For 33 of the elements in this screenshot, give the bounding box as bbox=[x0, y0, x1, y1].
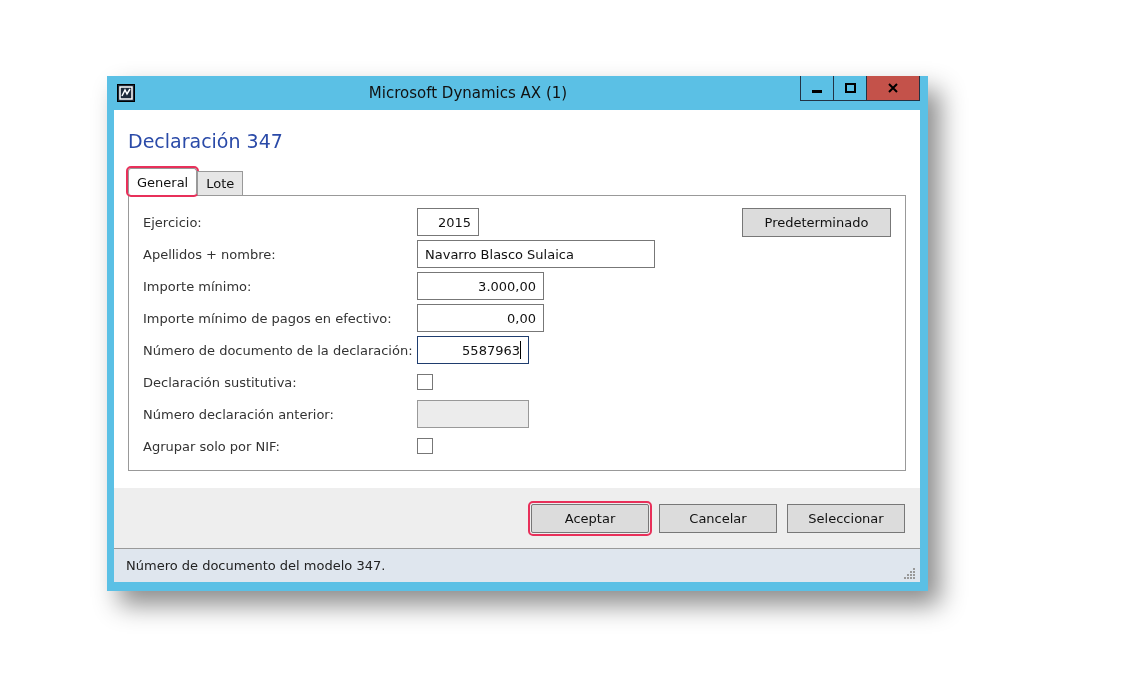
resize-grip-icon bbox=[904, 567, 916, 579]
dialog-button[interactable]: Cancelar bbox=[659, 503, 777, 533]
input-field[interactable] bbox=[417, 400, 529, 428]
minimize-icon bbox=[812, 89, 822, 93]
close-icon bbox=[888, 83, 898, 93]
field-label: Ejercicio: bbox=[143, 214, 203, 230]
maximize-button[interactable] bbox=[833, 76, 867, 101]
field-label: Declaración sustitutiva: bbox=[143, 374, 298, 390]
close-button[interactable] bbox=[866, 76, 920, 101]
field-label: Agrupar solo por NIF: bbox=[143, 438, 281, 454]
dialog-button[interactable]: Aceptar bbox=[531, 503, 649, 533]
form-heading: Declaración 347 bbox=[127, 129, 284, 154]
tab[interactable]: General bbox=[128, 168, 198, 195]
checkbox[interactable] bbox=[417, 438, 433, 454]
default-button[interactable]: Predeterminado bbox=[742, 208, 891, 237]
dialog-button[interactable]: Seleccionar bbox=[787, 503, 905, 533]
field-label: Número declaración anterior: bbox=[143, 406, 335, 422]
checkbox[interactable] bbox=[417, 374, 433, 390]
input-field[interactable]: 2015 bbox=[417, 208, 479, 236]
app-icon bbox=[117, 84, 135, 102]
minimize-button[interactable] bbox=[800, 76, 834, 101]
status-text: Número de documento del modelo 347. bbox=[126, 558, 386, 573]
window-title: Microsoft Dynamics AX (1) bbox=[367, 84, 569, 102]
input-field[interactable]: 5587963 bbox=[417, 336, 529, 364]
maximize-icon bbox=[844, 83, 856, 93]
input-field[interactable]: Navarro Blasco Sulaica bbox=[417, 240, 655, 268]
field-label: Importe mínimo de pagos en efectivo: bbox=[143, 310, 393, 326]
field-label: Importe mínimo: bbox=[143, 278, 253, 294]
input-field[interactable]: 3.000,00 bbox=[417, 272, 544, 300]
input-field[interactable]: 0,00 bbox=[417, 304, 544, 332]
field-label: Apellidos + nombre: bbox=[143, 246, 277, 262]
tab[interactable]: Lote bbox=[197, 171, 244, 195]
field-label: Número de documento de la declaración: bbox=[143, 342, 414, 358]
